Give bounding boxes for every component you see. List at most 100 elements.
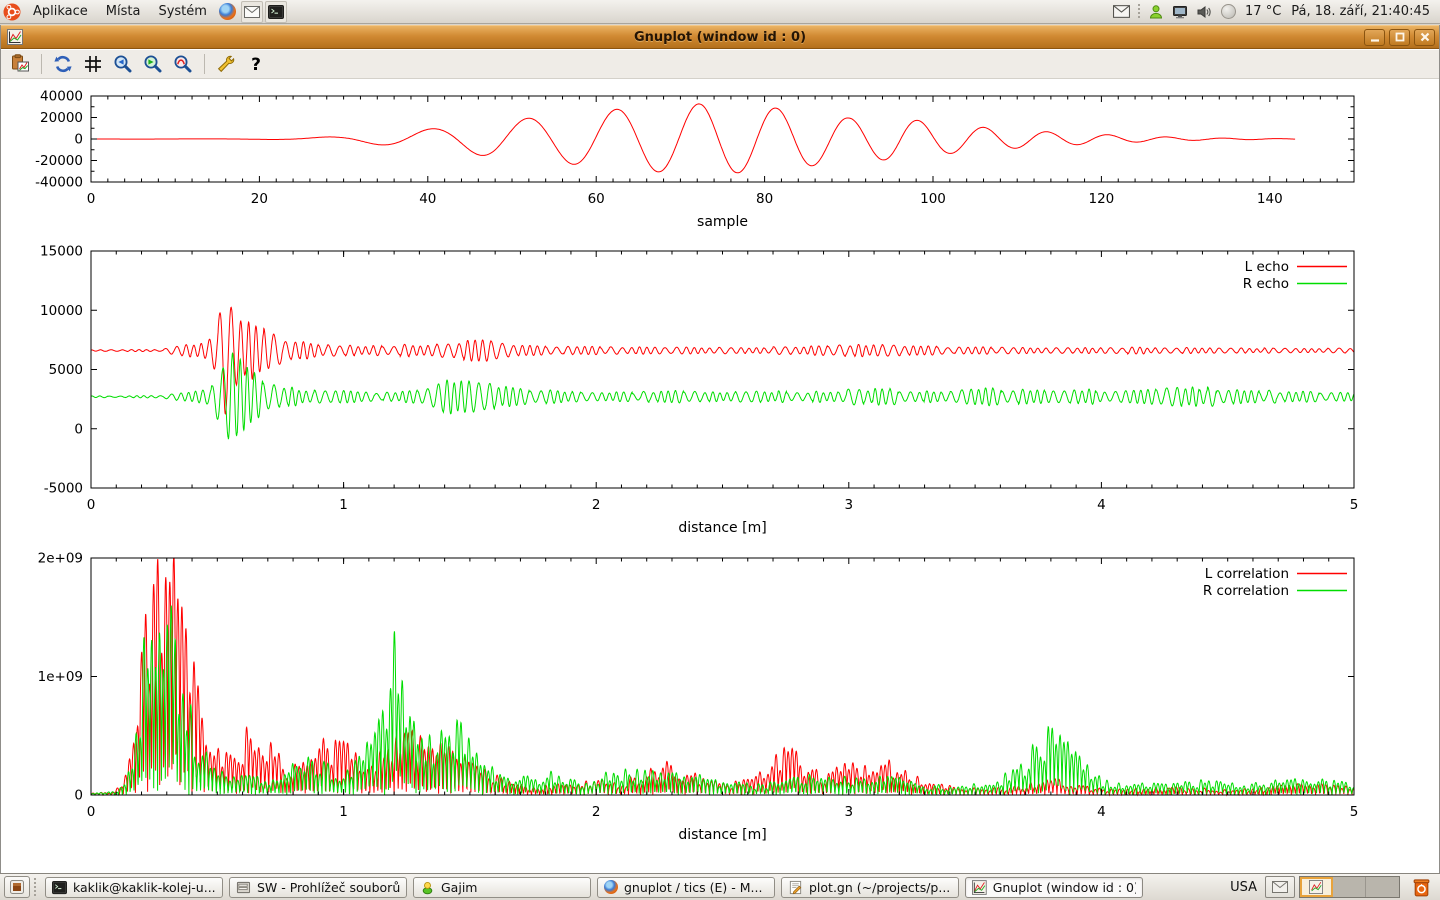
svg-text:20: 20 (251, 191, 268, 207)
help-button[interactable]: ? (243, 52, 269, 76)
grid-toggle-button[interactable] (80, 52, 106, 76)
mail-launcher-icon[interactable] (241, 1, 263, 23)
svg-text:15000: 15000 (40, 244, 83, 260)
task-button-file-manager[interactable]: SW - Prohlížeč souborů (229, 877, 407, 898)
workspace-1[interactable] (1300, 877, 1333, 897)
svg-text:60: 60 (588, 191, 605, 207)
task-label: plot.gn (~/projects/p... (809, 880, 950, 895)
svg-text:5: 5 (1350, 497, 1359, 513)
menu-places[interactable]: Místa (97, 0, 150, 24)
svg-text:1: 1 (339, 497, 348, 513)
gnuplot-window: Gnuplot (window id : 0) (0, 25, 1440, 873)
svg-text:3: 3 (845, 804, 854, 820)
svg-text:20000: 20000 (40, 110, 83, 126)
user-switcher-icon[interactable] (1145, 1, 1167, 23)
svg-text:-5000: -5000 (44, 481, 83, 497)
svg-text:2: 2 (592, 804, 601, 820)
menu-system[interactable]: Systém (149, 0, 215, 24)
svg-text:1e+09: 1e+09 (38, 669, 83, 685)
svg-text:3: 3 (845, 497, 854, 513)
task-button-editor[interactable]: plot.gn (~/projects/p... (781, 877, 959, 898)
desktop: Aplikace Místa Systém 17 °C Pá, 18. září… (0, 0, 1440, 900)
plot-border (91, 251, 1354, 488)
minimize-button[interactable] (1364, 29, 1385, 46)
titlebar[interactable]: Gnuplot (window id : 0) (1, 25, 1439, 49)
top-panel: Aplikace Místa Systém 17 °C Pá, 18. září… (0, 0, 1440, 24)
svg-text:-20000: -20000 (35, 153, 83, 169)
task-label: gnuplot / tics (E) - M... (624, 880, 762, 895)
mail-notification-icon[interactable] (1110, 1, 1132, 23)
gnuplot-canvas[interactable]: 020406080100120140-40000-200000200004000… (1, 79, 1439, 873)
svg-text:sample: sample (697, 214, 748, 230)
trash-icon[interactable] (1408, 875, 1434, 899)
firefox-launcher-icon[interactable] (217, 1, 239, 23)
workspace-3[interactable] (1366, 877, 1399, 897)
svg-text:0: 0 (87, 804, 96, 820)
task-button-gajim[interactable]: Gajim (413, 877, 591, 898)
terminal-launcher-icon[interactable] (265, 1, 287, 23)
task-label: kaklik@kaklik-kolej-u... (73, 880, 216, 895)
series-l-correlation (91, 558, 1354, 795)
zoom-previous-button[interactable] (110, 52, 136, 76)
chart-2: 01234501e+092e+09distance [m]L correlati… (38, 551, 1359, 844)
show-desktop-button[interactable] (4, 876, 30, 898)
weather-icon[interactable] (1217, 1, 1239, 23)
svg-text:L echo: L echo (1245, 259, 1289, 275)
ubuntu-logo-icon[interactable] (1, 1, 23, 23)
workspace-2[interactable] (1333, 877, 1366, 897)
svg-text:40: 40 (419, 191, 436, 207)
taskbar: kaklik@kaklik-kolej-u... SW - Prohlížeč … (0, 873, 1440, 900)
svg-text:distance [m]: distance [m] (678, 827, 766, 843)
volume-icon[interactable] (1193, 1, 1215, 23)
panel-handle[interactable] (1135, 4, 1142, 20)
zoom-next-button[interactable] (140, 52, 166, 76)
series-r-echo (91, 353, 1354, 439)
display-icon[interactable] (1169, 1, 1191, 23)
clock-label[interactable]: Pá, 18. září, 21:40:45 (1286, 4, 1440, 19)
svg-text:100: 100 (920, 191, 946, 207)
series-l-echo (91, 307, 1354, 414)
tray-mail-icon[interactable] (1265, 876, 1295, 898)
svg-text:4: 4 (1097, 497, 1106, 513)
task-label: SW - Prohlížeč souborů (257, 880, 400, 895)
svg-text:140: 140 (1257, 191, 1283, 207)
chart-0: 020406080100120140-40000-200000200004000… (35, 89, 1354, 231)
copy-plot-button[interactable] (7, 52, 33, 76)
toolbar-separator (204, 54, 205, 74)
svg-text:distance [m]: distance [m] (678, 520, 766, 536)
svg-text:R echo: R echo (1243, 276, 1289, 292)
svg-text:0: 0 (87, 191, 96, 207)
maximize-button[interactable] (1389, 29, 1410, 46)
plots-svg: 020406080100120140-40000-200000200004000… (1, 79, 1439, 871)
svg-text:0: 0 (74, 132, 83, 148)
task-label: Gajim (441, 880, 477, 895)
window-title: Gnuplot (window id : 0) (1, 30, 1439, 45)
svg-text:2e+09: 2e+09 (38, 551, 83, 567)
svg-text:5: 5 (1350, 804, 1359, 820)
plot-border (91, 558, 1354, 795)
close-button[interactable] (1414, 29, 1435, 46)
menu-applications[interactable]: Aplikace (24, 0, 97, 24)
svg-text:10000: 10000 (40, 303, 83, 319)
task-button-gnuplot[interactable]: Gnuplot (window id : 0) (965, 877, 1143, 898)
autoscale-button[interactable] (170, 52, 196, 76)
svg-text:R correlation: R correlation (1203, 583, 1289, 599)
toolbar-separator (41, 54, 42, 74)
workspace-switcher (1299, 876, 1400, 898)
task-button-terminal[interactable]: kaklik@kaklik-kolej-u... (45, 877, 223, 898)
tasklist-handle[interactable] (33, 878, 41, 896)
task-button-firefox[interactable]: gnuplot / tics (E) - M... (597, 877, 775, 898)
svg-text:40000: 40000 (40, 89, 83, 105)
svg-text:0: 0 (74, 788, 83, 804)
series-chirp (91, 104, 1295, 173)
svg-text:?: ? (251, 55, 261, 74)
settings-button[interactable] (213, 52, 239, 76)
svg-text:2: 2 (592, 497, 601, 513)
svg-text:120: 120 (1089, 191, 1115, 207)
svg-text:1: 1 (339, 804, 348, 820)
keyboard-layout-indicator[interactable]: USA (1222, 880, 1265, 895)
temperature-label: 17 °C (1240, 4, 1286, 19)
toolbar: ? (1, 50, 1439, 79)
refresh-button[interactable] (50, 52, 76, 76)
task-label: Gnuplot (window id : 0) (993, 880, 1136, 895)
